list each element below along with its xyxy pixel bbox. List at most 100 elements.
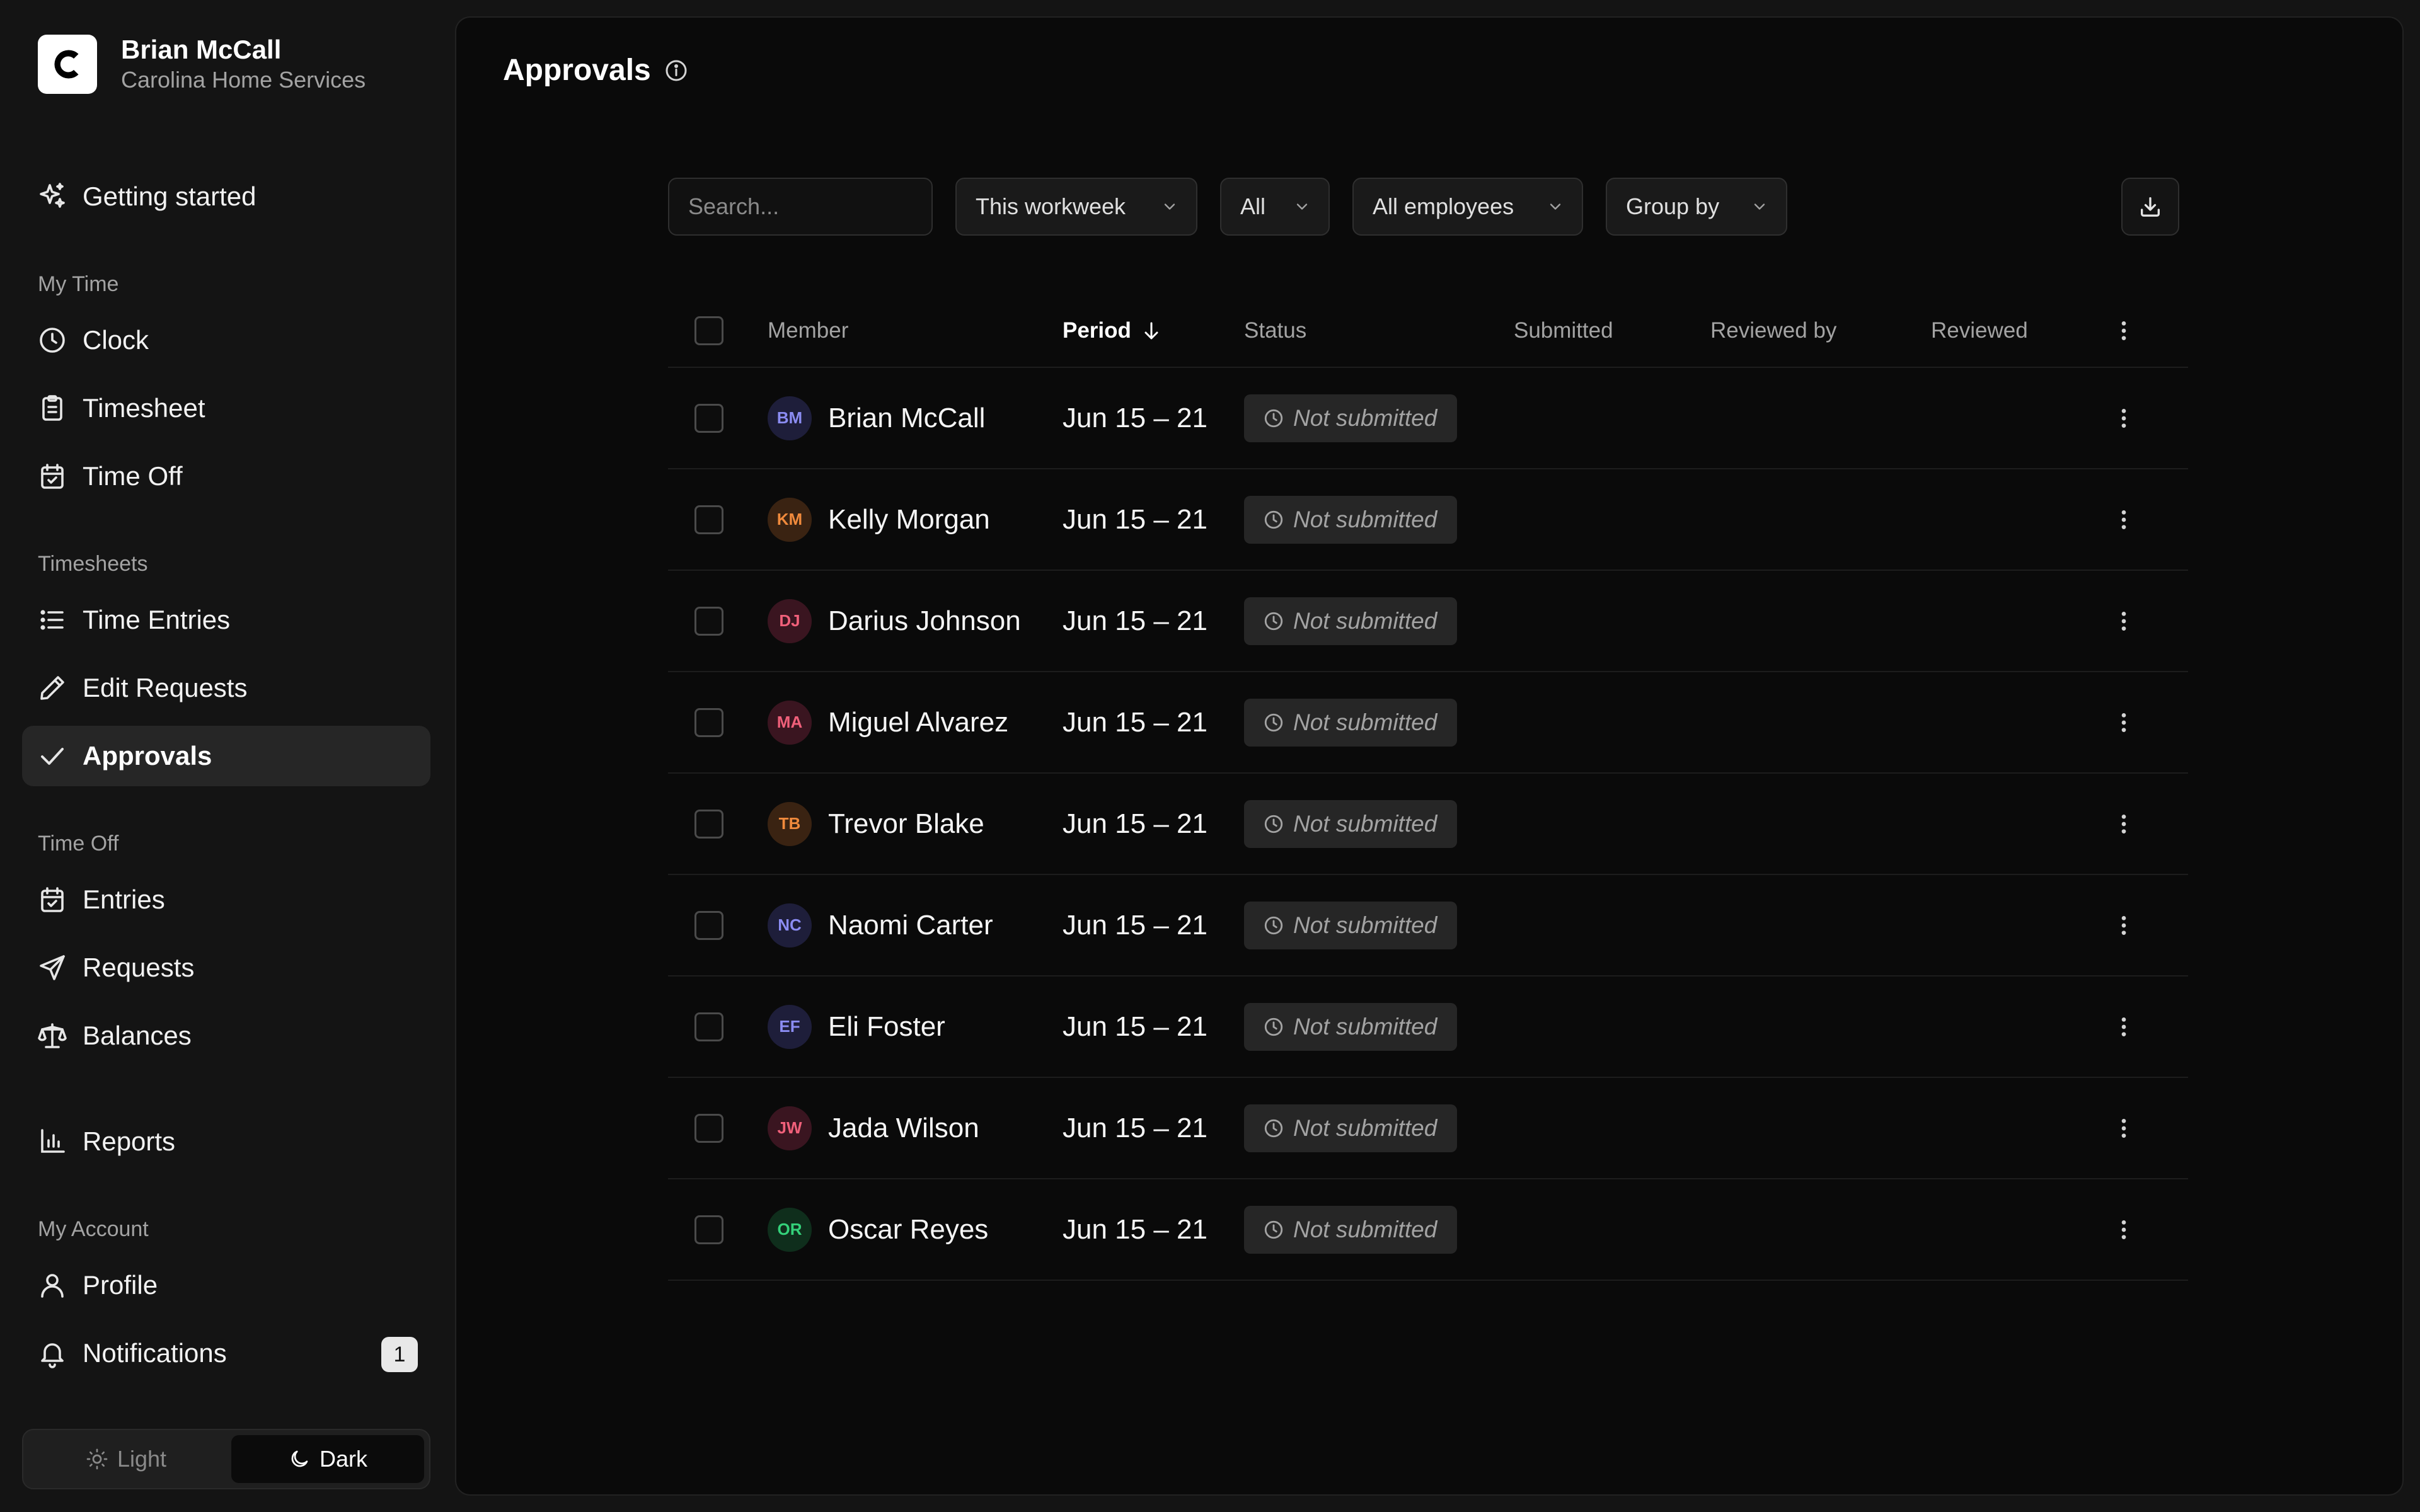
- table-row[interactable]: DJ Darius Johnson Jun 15 – 21 Not submit…: [668, 571, 2188, 672]
- table-row[interactable]: MA Miguel Alvarez Jun 15 – 21 Not submit…: [668, 672, 2188, 774]
- more-vertical-icon[interactable]: [2111, 913, 2136, 938]
- clock-icon: [40, 328, 65, 353]
- row-select-cell: [694, 368, 723, 468]
- employee-filter-dropdown[interactable]: All employees: [1352, 178, 1583, 236]
- clipboard-icon: [42, 395, 62, 421]
- sidebar-item-edit-requests[interactable]: Edit Requests: [22, 658, 430, 718]
- search-input[interactable]: [668, 178, 933, 236]
- avatar: TB: [768, 801, 812, 846]
- status-cell: Not submitted: [1244, 875, 1458, 975]
- period-filter-dropdown[interactable]: This workweek: [955, 178, 1197, 236]
- column-header-period-label: Period: [1063, 318, 1131, 343]
- member-name: Jada Wilson: [828, 1112, 979, 1143]
- table-row[interactable]: OR Oscar Reyes Jun 15 – 21 Not submitted: [668, 1179, 2188, 1281]
- row-checkbox[interactable]: [694, 1215, 723, 1244]
- table-row[interactable]: BM Brian McCall Jun 15 – 21 Not submitte…: [668, 368, 2188, 469]
- more-vertical-icon[interactable]: [2111, 1116, 2136, 1141]
- sidebar-item-balances[interactable]: Balances: [22, 1005, 430, 1066]
- sidebar-item-time-off[interactable]: Time Off: [22, 446, 430, 507]
- row-checkbox[interactable]: [694, 1012, 723, 1041]
- more-vertical-icon[interactable]: [2111, 318, 2136, 343]
- table-row[interactable]: JW Jada Wilson Jun 15 – 21 Not submitted: [668, 1078, 2188, 1179]
- row-checkbox[interactable]: [694, 1113, 723, 1143]
- sidebar-item-reports[interactable]: Reports: [22, 1111, 430, 1172]
- status-badge: Not submitted: [1244, 698, 1458, 747]
- row-checkbox[interactable]: [694, 910, 723, 940]
- sidebar-item-entries[interactable]: Entries: [22, 869, 430, 930]
- sidebar-item-label: Getting started: [83, 181, 256, 211]
- theme-light-label: Light: [117, 1446, 167, 1472]
- select-all-checkbox[interactable]: [694, 316, 723, 345]
- theme-dark-button[interactable]: Dark: [231, 1435, 424, 1483]
- member-name: Darius Johnson: [828, 605, 1021, 636]
- sidebar-item-approvals[interactable]: Approvals: [22, 726, 430, 786]
- row-select-cell: [694, 469, 723, 570]
- sidebar-item-label: Balances: [83, 1021, 192, 1050]
- row-checkbox[interactable]: [694, 606, 723, 636]
- group-by-label: Group by: [1626, 193, 1720, 219]
- page-title: Approvals: [503, 54, 651, 87]
- sidebar-item-clock[interactable]: Clock: [22, 310, 430, 370]
- notifications-count-badge: 1: [381, 1337, 418, 1372]
- column-header-status[interactable]: Status: [1244, 295, 1306, 367]
- workspace-switcher[interactable]: Brian McCall Carolina Home Services: [38, 34, 366, 94]
- row-actions-cell: [2111, 469, 2136, 570]
- member-name: Trevor Blake: [828, 808, 984, 839]
- download-button[interactable]: [2121, 178, 2179, 236]
- sidebar-item-requests[interactable]: Requests: [22, 937, 430, 998]
- more-vertical-icon[interactable]: [2111, 609, 2136, 634]
- status-badge: Not submitted: [1244, 1205, 1458, 1254]
- more-vertical-icon[interactable]: [2111, 1217, 2136, 1242]
- row-checkbox[interactable]: [694, 707, 723, 737]
- more-vertical-icon[interactable]: [2111, 406, 2136, 431]
- group-by-dropdown[interactable]: Group by: [1606, 178, 1787, 236]
- sidebar-item-getting-started[interactable]: Getting started: [22, 166, 430, 227]
- theme-dark-label: Dark: [319, 1446, 367, 1472]
- table-row[interactable]: EF Eli Foster Jun 15 – 21 Not submitted: [668, 976, 2188, 1078]
- section-my-account: My Account: [38, 1217, 149, 1241]
- member-name: Miguel Alvarez: [828, 706, 1009, 738]
- member-cell: NC Naomi Carter: [768, 875, 993, 975]
- column-header-member[interactable]: Member: [768, 295, 848, 367]
- column-header-period[interactable]: Period: [1063, 295, 1163, 367]
- info-icon[interactable]: [664, 58, 689, 83]
- member-name: Kelly Morgan: [828, 503, 990, 535]
- status-cell: Not submitted: [1244, 774, 1458, 874]
- main-panel: Approvals This workweek All All employee…: [455, 16, 2404, 1496]
- chevron-down-icon: [1164, 203, 1175, 210]
- column-header-reviewed-by[interactable]: Reviewed by: [1710, 295, 1836, 367]
- more-vertical-icon[interactable]: [2111, 710, 2136, 735]
- avatar: MA: [768, 700, 812, 745]
- period-cell: Jun 15 – 21: [1063, 909, 1207, 941]
- table-row[interactable]: NC Naomi Carter Jun 15 – 21 Not submitte…: [668, 875, 2188, 976]
- table-row[interactable]: TB Trevor Blake Jun 15 – 21 Not submitte…: [668, 774, 2188, 875]
- bar-chart-icon: [41, 1129, 65, 1153]
- scale-icon: [38, 1023, 67, 1048]
- row-checkbox[interactable]: [694, 809, 723, 839]
- theme-light-button[interactable]: Light: [28, 1435, 224, 1483]
- avatar: KM: [768, 497, 812, 542]
- period-cell: Jun 15 – 21: [1063, 808, 1207, 839]
- column-header-submitted[interactable]: Submitted: [1514, 295, 1613, 367]
- sparkles-icon: [40, 183, 65, 208]
- more-vertical-icon[interactable]: [2111, 1014, 2136, 1040]
- table-row[interactable]: KM Kelly Morgan Jun 15 – 21 Not submitte…: [668, 469, 2188, 571]
- clock-icon: [1264, 409, 1283, 427]
- clock-icon: [1264, 713, 1283, 731]
- more-vertical-icon[interactable]: [2111, 811, 2136, 837]
- sidebar-item-timesheet[interactable]: Timesheet: [22, 378, 430, 438]
- status-cell: Not submitted: [1244, 368, 1458, 468]
- row-checkbox[interactable]: [694, 505, 723, 534]
- status-filter-dropdown[interactable]: All: [1220, 178, 1330, 236]
- more-vertical-icon[interactable]: [2111, 507, 2136, 532]
- sidebar-item-profile[interactable]: Profile: [22, 1255, 430, 1315]
- row-actions-cell: [2111, 976, 2136, 1077]
- row-checkbox[interactable]: [694, 403, 723, 433]
- avatar: OR: [768, 1207, 812, 1252]
- sidebar-item-notifications[interactable]: Notifications 1: [22, 1323, 430, 1383]
- row-select-cell: [694, 672, 723, 772]
- column-header-reviewed[interactable]: Reviewed: [1931, 295, 2028, 367]
- status-cell: Not submitted: [1244, 571, 1458, 671]
- sidebar-item-time-entries[interactable]: Time Entries: [22, 590, 430, 650]
- sidebar-item-label: Time Off: [83, 461, 183, 491]
